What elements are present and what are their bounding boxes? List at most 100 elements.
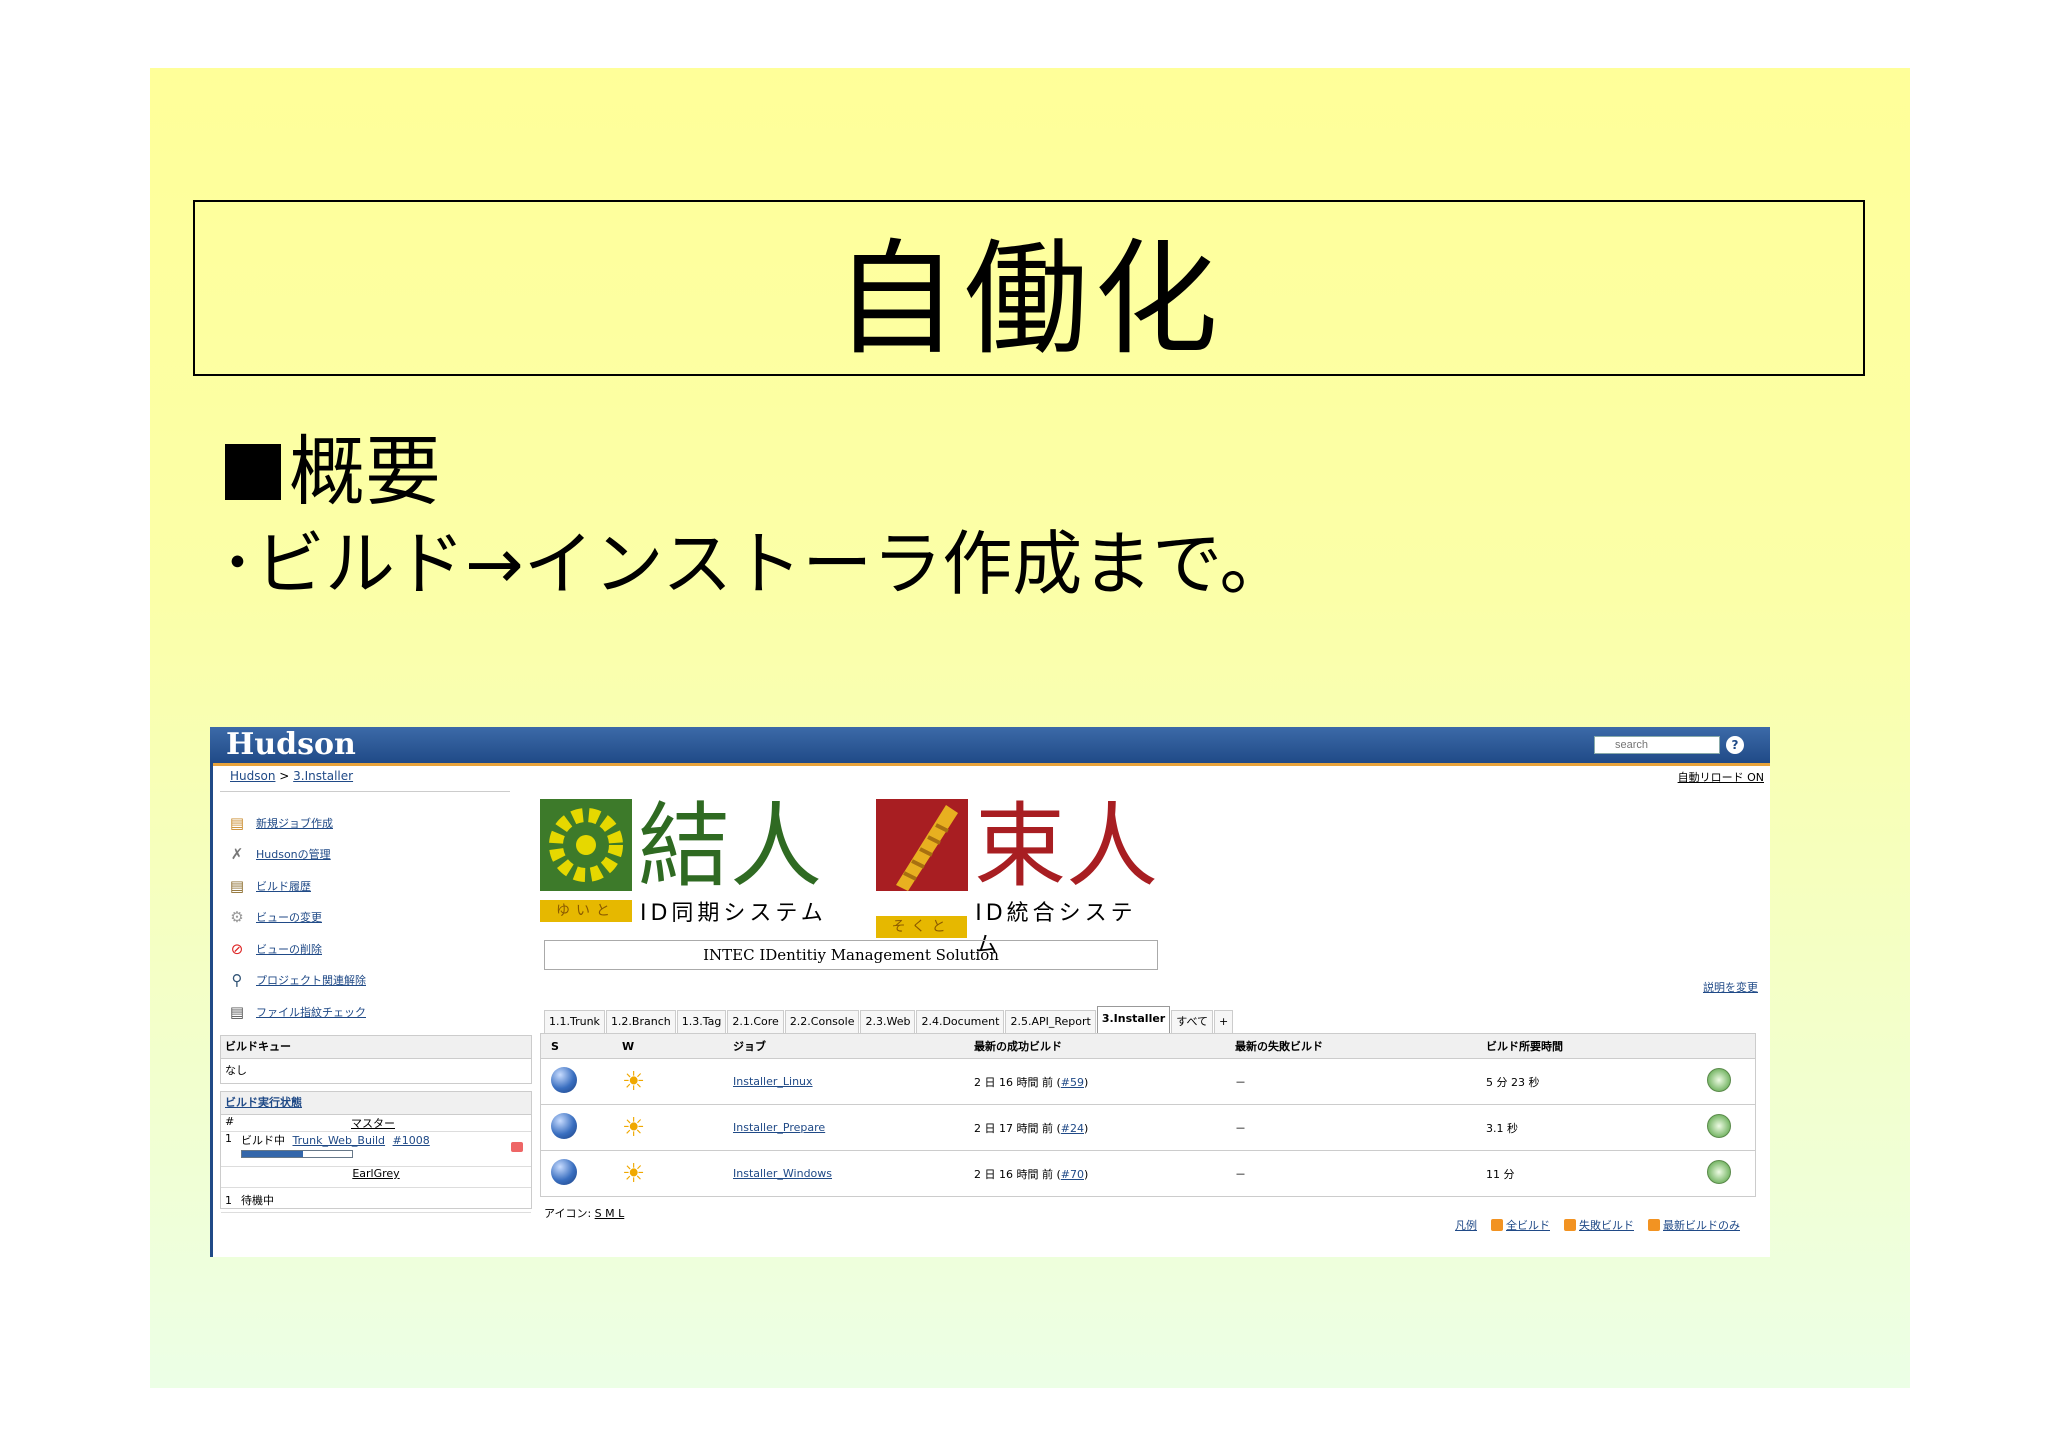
sunny-weather-icon: ☀ [622, 1158, 646, 1189]
success-build-link[interactable]: #24 [1061, 1122, 1084, 1135]
col-action [1697, 1033, 1756, 1059]
task-new-job[interactable]: ▤ 新規ジョブ作成 [226, 807, 506, 839]
col-weather[interactable]: W [612, 1033, 723, 1059]
feed-latest[interactable]: 最新ビルドのみ [1648, 1217, 1740, 1233]
tab-installer[interactable]: 3.Installer [1096, 1006, 1171, 1033]
executor-row2-label: 待機中 [241, 1194, 274, 1207]
tab-trunk[interactable]: 1.1.Trunk [544, 1010, 605, 1033]
duration-cell: 11 分 [1476, 1150, 1697, 1197]
build-history-icon: ▤ [229, 876, 245, 895]
slide-bullet: ･ビルド→インストーラ作成まで。 [220, 523, 1290, 605]
sokuto-kanji: 束人 [974, 793, 1159, 900]
last-failure-cell: － [1225, 1150, 1476, 1197]
hudson-logo[interactable]: Hudson [226, 727, 356, 762]
auto-refresh-link[interactable]: 自動リロード ON [1678, 769, 1764, 785]
table-row: ☀ Installer_Linux 2 日 16 時間 前 (#59) － 5 … [540, 1058, 1756, 1105]
col-status[interactable]: S [540, 1033, 612, 1059]
last-success-cell: 2 日 16 時間 前 (#70) [964, 1150, 1225, 1197]
executor-row1-num: 1 [225, 1132, 232, 1145]
tab-console[interactable]: 2.2.Console [784, 1010, 860, 1033]
breadcrumb-hudson[interactable]: Hudson [230, 769, 275, 783]
tab-api-report[interactable]: 2.5.API_Report [1005, 1010, 1096, 1033]
status-blue-ball-icon [551, 1067, 577, 1093]
executor-col-num: # [225, 1115, 235, 1128]
task-manage-hudson[interactable]: ✗ Hudsonの管理 [226, 839, 506, 871]
new-job-icon: ▤ [229, 813, 245, 832]
edit-description-link[interactable]: 説明を変更 [1703, 979, 1758, 995]
executor-title[interactable]: ビルド実行状態 [221, 1092, 531, 1115]
yuito-sub-text: ID同期システム [640, 901, 827, 926]
task-fingerprint[interactable]: ▤ ファイル指紋チェック [226, 996, 506, 1028]
duration-cell: 3.1 秒 [1476, 1104, 1697, 1151]
feed-failed[interactable]: 失敗ビルド [1564, 1217, 1634, 1233]
tab-all[interactable]: すべて [1171, 1010, 1214, 1033]
search-input[interactable] [1594, 736, 1720, 754]
icon-size-options[interactable]: S M L [595, 1207, 625, 1220]
schedule-build-icon[interactable] [1707, 1114, 1731, 1138]
job-table: S W ジョブ 最新の成功ビルド 最新の失敗ビルド ビルド所要時間 ☀ Inst… [540, 1033, 1756, 1197]
success-build-link[interactable]: #59 [1061, 1076, 1084, 1089]
task-list: ▤ 新規ジョブ作成 ✗ Hudsonの管理 ▤ ビルド履歴 ⚙ ビューの変更 ⊘ ビューの… [226, 807, 506, 1028]
sunny-weather-icon: ☀ [622, 1112, 646, 1143]
status-blue-ball-icon [551, 1113, 577, 1139]
col-last-success[interactable]: 最新の成功ビルド [964, 1033, 1225, 1059]
breadcrumb-installer[interactable]: 3.Installer [293, 769, 353, 783]
task-build-history[interactable]: ▤ ビルド履歴 [226, 870, 506, 902]
slide-heading-text: 概要 [289, 427, 441, 516]
help-icon[interactable]: ? [1726, 736, 1744, 754]
last-failure-cell: － [1225, 1104, 1476, 1151]
tab-document[interactable]: 2.4.Document [916, 1010, 1005, 1033]
executor-header-row: # マスター [221, 1115, 531, 1132]
tab-core[interactable]: 2.1.Core [727, 1010, 784, 1033]
stop-build-icon[interactable] [511, 1142, 523, 1152]
executor-row1-job[interactable]: Trunk_Web_Build [293, 1134, 386, 1147]
last-success-cell: 2 日 16 時間 前 (#59) [964, 1058, 1225, 1105]
rss-icon [1564, 1219, 1576, 1231]
build-progress-bar [241, 1150, 353, 1158]
yuito-kanji: 結人 [638, 793, 823, 900]
tab-add[interactable]: + [1214, 1010, 1234, 1033]
product-logos: 結人 ゆいと ID同期システム 束人 そくと ID統合システム [540, 799, 1160, 959]
executor-node[interactable]: EarlGrey [352, 1167, 399, 1187]
executor-row1-build[interactable]: #1008 [393, 1134, 430, 1147]
duration-cell: 5 分 23 秒 [1476, 1058, 1697, 1105]
yuito-logo: 結人 [540, 799, 822, 895]
last-success-cell: 2 日 17 時間 前 (#24) [964, 1104, 1225, 1151]
feed-all[interactable]: 全ビルド [1491, 1217, 1550, 1233]
legend-link[interactable]: 凡例 [1455, 1217, 1477, 1233]
task-delete-view[interactable]: ⊘ ビューの削除 [226, 933, 506, 965]
yuito-subtitle: ゆいと ID同期システム [540, 895, 827, 927]
schedule-build-icon[interactable] [1707, 1068, 1731, 1092]
left-border [210, 763, 213, 1257]
col-last-failure[interactable]: 最新の失敗ビルド [1225, 1033, 1476, 1059]
square-bullet-icon [225, 444, 281, 500]
tab-branch[interactable]: 1.2.Branch [605, 1010, 676, 1033]
executor-box: ビルド実行状態 # マスター 1 ビルド中 Trunk_Web_Build #1… [220, 1091, 532, 1213]
tab-web[interactable]: 2.3.Web [860, 1010, 916, 1033]
tab-tag[interactable]: 1.3.Tag [676, 1010, 727, 1033]
table-row: ☀ Installer_Windows 2 日 16 時間 前 (#70) － … [540, 1150, 1756, 1197]
job-link[interactable]: Installer_Prepare [733, 1121, 825, 1134]
task-edit-view[interactable]: ⚙ ビューの変更 [226, 902, 506, 934]
icon-size-legend: アイコン: S M L [544, 1205, 624, 1221]
sokuto-tag: そくと [876, 916, 968, 938]
task-project-relationship[interactable]: ⚲ プロジェクト関連解除 [226, 965, 506, 997]
last-failure-cell: － [1225, 1058, 1476, 1105]
rss-icon [1648, 1219, 1660, 1231]
build-queue-box: ビルドキュー なし [220, 1035, 532, 1084]
slide-title-box: 自働化 [193, 200, 1865, 376]
job-table-header: S W ジョブ 最新の成功ビルド 最新の失敗ビルド ビルド所要時間 [540, 1033, 1756, 1059]
schedule-build-icon[interactable] [1707, 1160, 1731, 1184]
col-job[interactable]: ジョブ [723, 1033, 964, 1059]
yuito-tag: ゆいと [540, 900, 632, 922]
manage-hudson-icon: ✗ [230, 845, 244, 864]
sokuto-logo: 束人 [876, 799, 1158, 895]
executor-node-row: EarlGrey [221, 1167, 531, 1188]
rss-icon [1491, 1219, 1503, 1231]
col-duration[interactable]: ビルド所要時間 [1476, 1033, 1697, 1059]
success-build-link[interactable]: #70 [1061, 1168, 1084, 1181]
executor-row1-label: ビルド中 [241, 1134, 285, 1147]
job-link[interactable]: Installer_Linux [733, 1075, 813, 1088]
executor-master[interactable]: マスター [351, 1115, 395, 1131]
job-link[interactable]: Installer_Windows [733, 1167, 832, 1180]
